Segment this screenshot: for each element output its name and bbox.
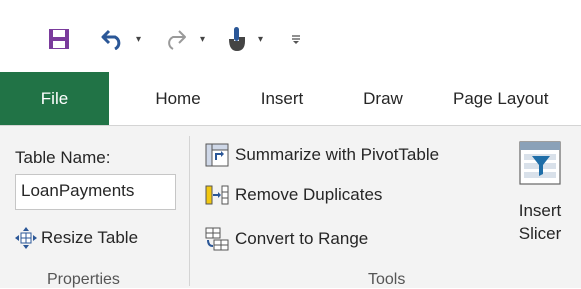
customize-qat-icon[interactable]: [288, 30, 304, 48]
redo-dropdown-icon[interactable]: ▾: [200, 34, 205, 45]
convert-to-range-label: Convert to Range: [235, 229, 369, 248]
undo-dropdown-icon[interactable]: ▾: [136, 34, 141, 45]
tab-file[interactable]: File: [0, 72, 109, 125]
table-name-input[interactable]: LoanPayments: [15, 174, 176, 210]
quick-access-toolbar: ▾ ▾ ▾: [0, 0, 581, 72]
resize-table-icon: [15, 227, 37, 249]
ribbon-body: Table Name: LoanPayments Resize Table Pr…: [0, 126, 581, 288]
group-label-properties: Properties: [47, 271, 120, 288]
summarize-pivottable-label: Summarize with PivotTable: [235, 145, 440, 164]
convert-to-range-button[interactable]: Convert to Range: [205, 227, 368, 251]
tab-home[interactable]: Home: [145, 72, 211, 125]
summarize-pivottable-button[interactable]: Summarize with PivotTable: [205, 143, 439, 167]
table-name-label: Table Name:: [15, 148, 111, 167]
resize-table-label: Resize Table: [41, 228, 139, 247]
redo-icon[interactable]: [162, 26, 188, 52]
slicer-icon: [518, 140, 562, 186]
insert-slicer-label-line2: Slicer: [518, 224, 562, 243]
insert-slicer-label-line1: Insert: [518, 201, 562, 220]
group-label-tools: Tools: [368, 271, 406, 288]
remove-duplicates-icon: [205, 184, 229, 206]
tab-insert[interactable]: Insert: [251, 72, 313, 125]
ribbon-tab-bar: File Home Insert Draw Page Layout: [0, 72, 581, 126]
remove-duplicates-label: Remove Duplicates: [235, 185, 383, 204]
touch-mode-icon[interactable]: [224, 24, 250, 54]
touch-mode-dropdown-icon[interactable]: ▾: [258, 34, 263, 45]
resize-table-button[interactable]: Resize Table: [15, 227, 138, 249]
tab-draw[interactable]: Draw: [356, 72, 410, 125]
group-separator: [189, 136, 190, 286]
insert-slicer-button[interactable]: Insert Slicer: [509, 138, 571, 268]
pivottable-icon: [205, 143, 229, 167]
tab-page-layout[interactable]: Page Layout: [453, 72, 581, 125]
remove-duplicates-button[interactable]: Remove Duplicates: [205, 184, 382, 206]
save-icon[interactable]: [46, 26, 72, 52]
undo-icon[interactable]: [100, 26, 128, 52]
convert-to-range-icon: [205, 227, 229, 251]
